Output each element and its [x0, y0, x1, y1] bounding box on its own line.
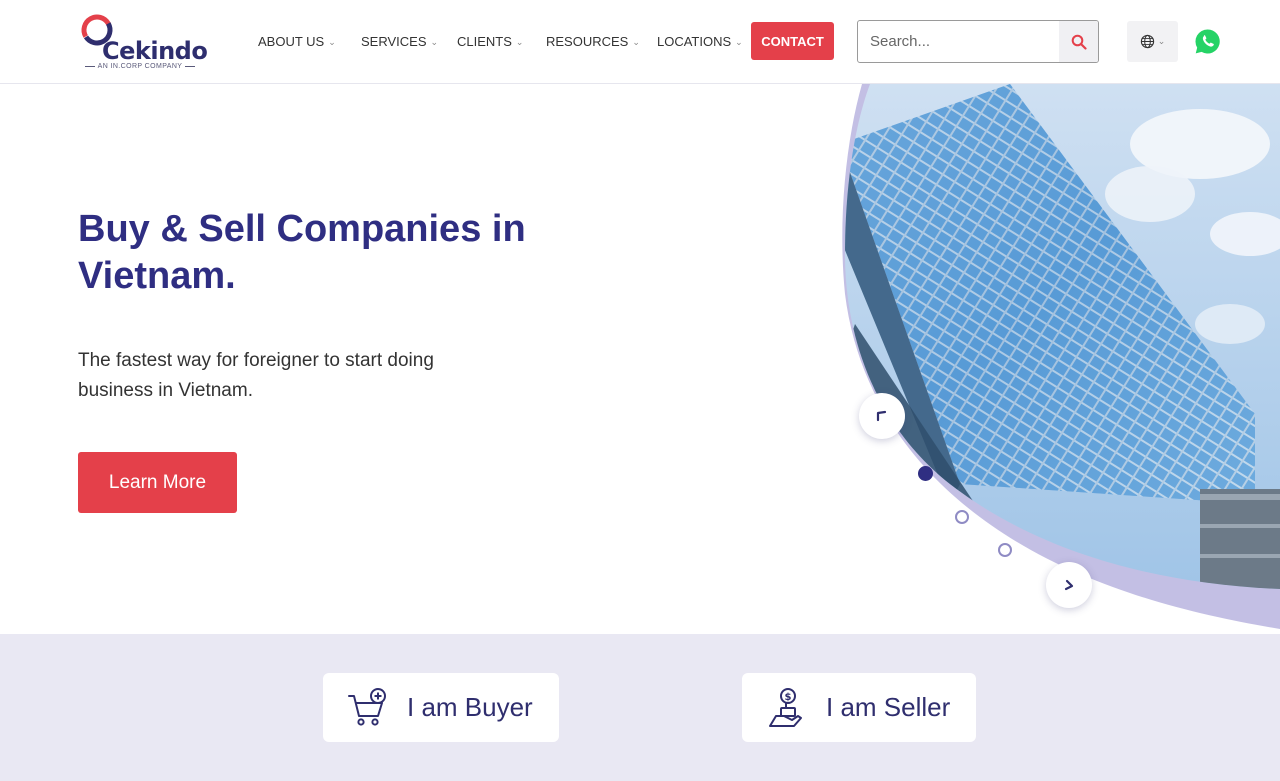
contact-button[interactable]: CONTACT	[751, 22, 834, 60]
buyer-button[interactable]: I am Buyer	[323, 673, 559, 742]
chevron-down-icon: ⌄	[328, 37, 336, 47]
chevron-down-icon: ⌄	[1157, 36, 1166, 46]
chevron-down-icon: ⌄	[430, 37, 439, 47]
slider-dot[interactable]	[955, 510, 969, 524]
nav-label: ABOUT US	[258, 34, 325, 49]
seller-button[interactable]: $ I am Seller	[742, 673, 976, 742]
cart-plus-icon	[348, 687, 386, 726]
chevron-up-icon	[876, 410, 887, 422]
chevron-down-icon: ⌄	[632, 37, 640, 47]
chevron-down-icon: ⌄	[735, 37, 743, 47]
language-selector[interactable]: ⌄	[1127, 21, 1178, 62]
slider-dot-active[interactable]	[918, 466, 933, 481]
nav-locations[interactable]: LOCATIONS ⌄	[657, 34, 743, 49]
nav-label: RESOURCES	[546, 34, 629, 49]
nav-services[interactable]: SERVICES ⌄	[361, 34, 438, 49]
logo-tagline: AN IN.CORP COMPANY	[78, 63, 202, 70]
search-icon	[1071, 34, 1087, 50]
money-hand-icon: $	[769, 687, 802, 727]
nav-about-us[interactable]: ABOUT US ⌄	[258, 34, 336, 49]
nav-clients[interactable]: CLIENTS ⌄	[457, 34, 523, 49]
whatsapp-icon[interactable]	[1194, 28, 1221, 55]
buyer-label: I am Buyer	[407, 692, 533, 722]
globe-icon	[1140, 34, 1154, 49]
slider-next-button[interactable]	[1046, 562, 1092, 608]
chevron-down-icon: ⌄	[515, 37, 524, 47]
hero-building-image	[842, 84, 1280, 629]
nav-resources[interactable]: RESOURCES ⌄	[546, 34, 640, 49]
hero-title: Buy & Sell Companies in Vietnam.	[78, 208, 526, 297]
nav-label: LOCATIONS	[657, 34, 732, 49]
buyer-seller-band: I am Buyer $ I am Seller	[0, 634, 1280, 781]
slider-prev-button[interactable]	[859, 393, 905, 439]
cekindo-logo[interactable]: Cekindo AN IN.CORP COMPANY	[78, 11, 208, 73]
learn-more-button[interactable]: Learn More	[78, 452, 237, 513]
site-header: Cekindo AN IN.CORP COMPANY ABOUT US ⌄ SER…	[0, 0, 1280, 84]
search-button[interactable]	[1059, 21, 1098, 62]
chevron-down-icon	[1064, 579, 1074, 591]
logo-wordmark: Cekindo	[102, 37, 208, 65]
search-box	[857, 20, 1099, 63]
nav-label: CLIENTS	[457, 34, 512, 49]
slider-dot[interactable]	[998, 543, 1012, 557]
hero-subtitle: The fastest way for foreigner to start d…	[78, 350, 434, 401]
nav-label: SERVICES	[361, 34, 427, 49]
seller-label: I am Seller	[826, 692, 951, 722]
search-input[interactable]	[858, 21, 1060, 62]
hero-section: Buy & Sell Companies in Vietnam. The fas…	[0, 84, 1280, 634]
svg-text:$: $	[785, 692, 792, 703]
